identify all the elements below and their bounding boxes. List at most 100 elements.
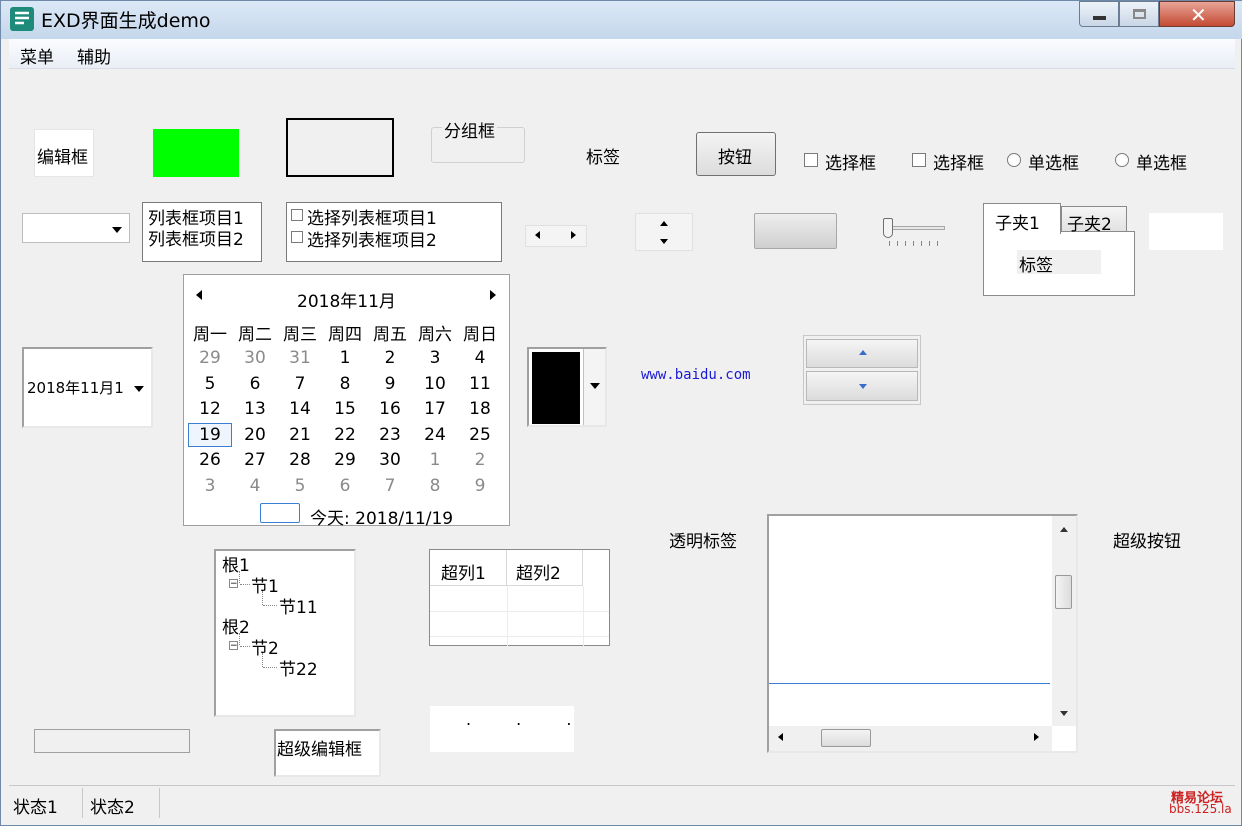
menu-item-menu[interactable]: 菜单 — [20, 43, 54, 68]
calendar-day[interactable]: 3 — [188, 476, 232, 496]
calendar-day[interactable]: 22 — [323, 425, 367, 445]
calendar-day[interactable]: 1 — [413, 450, 457, 470]
spinner-right-icon[interactable] — [571, 231, 576, 239]
checklist-item-2-checkbox[interactable] — [291, 231, 303, 243]
vertical-spinner[interactable] — [635, 213, 693, 251]
checkbox-1[interactable] — [804, 153, 818, 167]
scroll-thumb-horizontal[interactable] — [821, 729, 871, 747]
calendar-title[interactable]: 2018年11月 — [297, 287, 396, 312]
calendar-prev-month-icon[interactable] — [196, 290, 202, 300]
scroll-thumb-vertical[interactable] — [1055, 575, 1072, 609]
ip-address-box[interactable]: . . . — [430, 706, 574, 752]
scroll-down-icon[interactable] — [1060, 711, 1068, 716]
super-list-header-2[interactable]: 超列2 — [507, 550, 583, 586]
calendar-day[interactable]: 30 — [368, 450, 412, 470]
calendar-day[interactable]: 15 — [323, 399, 367, 419]
slider-thumb[interactable] — [883, 218, 893, 238]
tab-1[interactable]: 子夹1 — [983, 203, 1061, 234]
spin-up-button[interactable] — [806, 339, 918, 368]
calendar-day[interactable]: 23 — [368, 425, 412, 445]
calendar-day[interactable]: 28 — [278, 450, 322, 470]
tree-collapse-icon[interactable]: − — [229, 579, 238, 589]
calendar-day[interactable]: 8 — [323, 374, 367, 394]
radio-2[interactable] — [1115, 153, 1129, 167]
tree-view[interactable]: 根1 − 节1 节11 根2 − 节2 节22 — [214, 549, 356, 717]
title-bar[interactable]: EXD界面生成demo ✕ — [1, 1, 1242, 39]
calendar-day[interactable]: 19 — [188, 422, 232, 447]
horizontal-spinner[interactable] — [525, 225, 587, 247]
tree-node-node11[interactable]: 节11 — [279, 593, 318, 618]
date-picker[interactable]: 2018年11月1 — [22, 347, 153, 428]
spinner-left-icon[interactable] — [535, 231, 540, 239]
calendar-day[interactable]: 18 — [458, 399, 502, 419]
edit-box[interactable]: 编辑框 — [34, 129, 94, 177]
close-button[interactable]: ✕ — [1159, 1, 1235, 27]
calendar-day[interactable]: 4 — [458, 348, 502, 368]
date-dropdown-icon[interactable] — [134, 386, 144, 392]
color-dropdown-button[interactable] — [583, 349, 605, 425]
calendar-day[interactable]: 3 — [413, 348, 457, 368]
spinner-down-icon[interactable] — [660, 239, 668, 244]
calendar-day[interactable]: 9 — [368, 374, 412, 394]
list-item[interactable]: 列表框项目2 — [148, 225, 244, 250]
calendar-next-month-icon[interactable] — [490, 290, 496, 300]
calendar-day[interactable]: 1 — [323, 348, 367, 368]
menu-item-help[interactable]: 辅助 — [77, 43, 111, 68]
calendar-day[interactable]: 11 — [458, 374, 502, 394]
combo-box[interactable] — [22, 213, 130, 243]
calendar-day[interactable]: 2 — [368, 348, 412, 368]
calendar-day[interactable]: 25 — [458, 425, 502, 445]
link-label[interactable]: www.baidu.com — [641, 367, 751, 383]
calendar-day[interactable]: 17 — [413, 399, 457, 419]
rich-edit[interactable] — [767, 514, 1078, 753]
calendar-day[interactable]: 13 — [233, 399, 277, 419]
calendar-day[interactable]: 5 — [188, 374, 232, 394]
scroll-left-icon[interactable] — [778, 733, 783, 741]
list-box[interactable]: 列表框项目1 列表框项目2 — [142, 202, 262, 262]
calendar-day[interactable]: 29 — [188, 348, 232, 368]
calendar-day[interactable]: 6 — [323, 476, 367, 496]
calendar-day[interactable]: 30 — [233, 348, 277, 368]
calendar-day[interactable]: 7 — [278, 374, 322, 394]
tree-node-root2[interactable]: 根2 — [222, 613, 250, 638]
calendar-day[interactable]: 20 — [233, 425, 277, 445]
super-list[interactable]: 超列1 超列2 — [429, 549, 610, 646]
super-list-header-1[interactable]: 超列1 — [430, 550, 507, 586]
tree-node-node1[interactable]: 节1 — [251, 572, 279, 597]
tree-node-node2[interactable]: 节2 — [251, 634, 279, 659]
calendar-day[interactable]: 27 — [233, 450, 277, 470]
calendar-day[interactable]: 9 — [458, 476, 502, 496]
tree-node-node22[interactable]: 节22 — [279, 655, 318, 680]
scroll-up-icon[interactable] — [1060, 527, 1068, 532]
calendar-day[interactable]: 31 — [278, 348, 322, 368]
calendar-day[interactable]: 4 — [233, 476, 277, 496]
calendar-day[interactable]: 5 — [278, 476, 322, 496]
calendar-today[interactable]: 今天: 2018/11/19 — [310, 504, 453, 529]
spinner-up-icon[interactable] — [660, 221, 668, 226]
calendar-day[interactable]: 16 — [368, 399, 412, 419]
calendar-day[interactable]: 12 — [188, 399, 232, 419]
calendar-day[interactable]: 24 — [413, 425, 457, 445]
calendar-day[interactable]: 2 — [458, 450, 502, 470]
tab-2[interactable]: 子夹2 — [1061, 206, 1127, 235]
calendar-day[interactable]: 8 — [413, 476, 457, 496]
tree-node-root1[interactable]: 根1 — [222, 551, 250, 576]
calendar-day[interactable]: 26 — [188, 450, 232, 470]
maximize-button[interactable] — [1119, 1, 1159, 27]
color-picker[interactable] — [527, 347, 607, 427]
spin-down-button[interactable] — [806, 371, 918, 401]
checkbox-2[interactable] — [912, 153, 926, 167]
check-list-box[interactable]: 选择列表框项目1 选择列表框项目2 — [286, 202, 502, 262]
push-button[interactable]: 按钮 — [696, 132, 776, 176]
scroll-right-icon[interactable] — [1034, 733, 1039, 741]
radio-1[interactable] — [1007, 153, 1021, 167]
horizontal-scrollbar[interactable] — [769, 726, 1052, 751]
calendar-day[interactable]: 6 — [233, 374, 277, 394]
empty-edit-bar[interactable] — [34, 729, 190, 753]
tree-collapse-icon[interactable]: − — [229, 641, 238, 651]
checklist-item-1-checkbox[interactable] — [291, 209, 303, 221]
slider[interactable] — [879, 217, 949, 251]
super-edit-box[interactable]: 超级编辑框 — [274, 729, 381, 777]
calendar-day[interactable]: 14 — [278, 399, 322, 419]
calendar-day[interactable]: 21 — [278, 425, 322, 445]
